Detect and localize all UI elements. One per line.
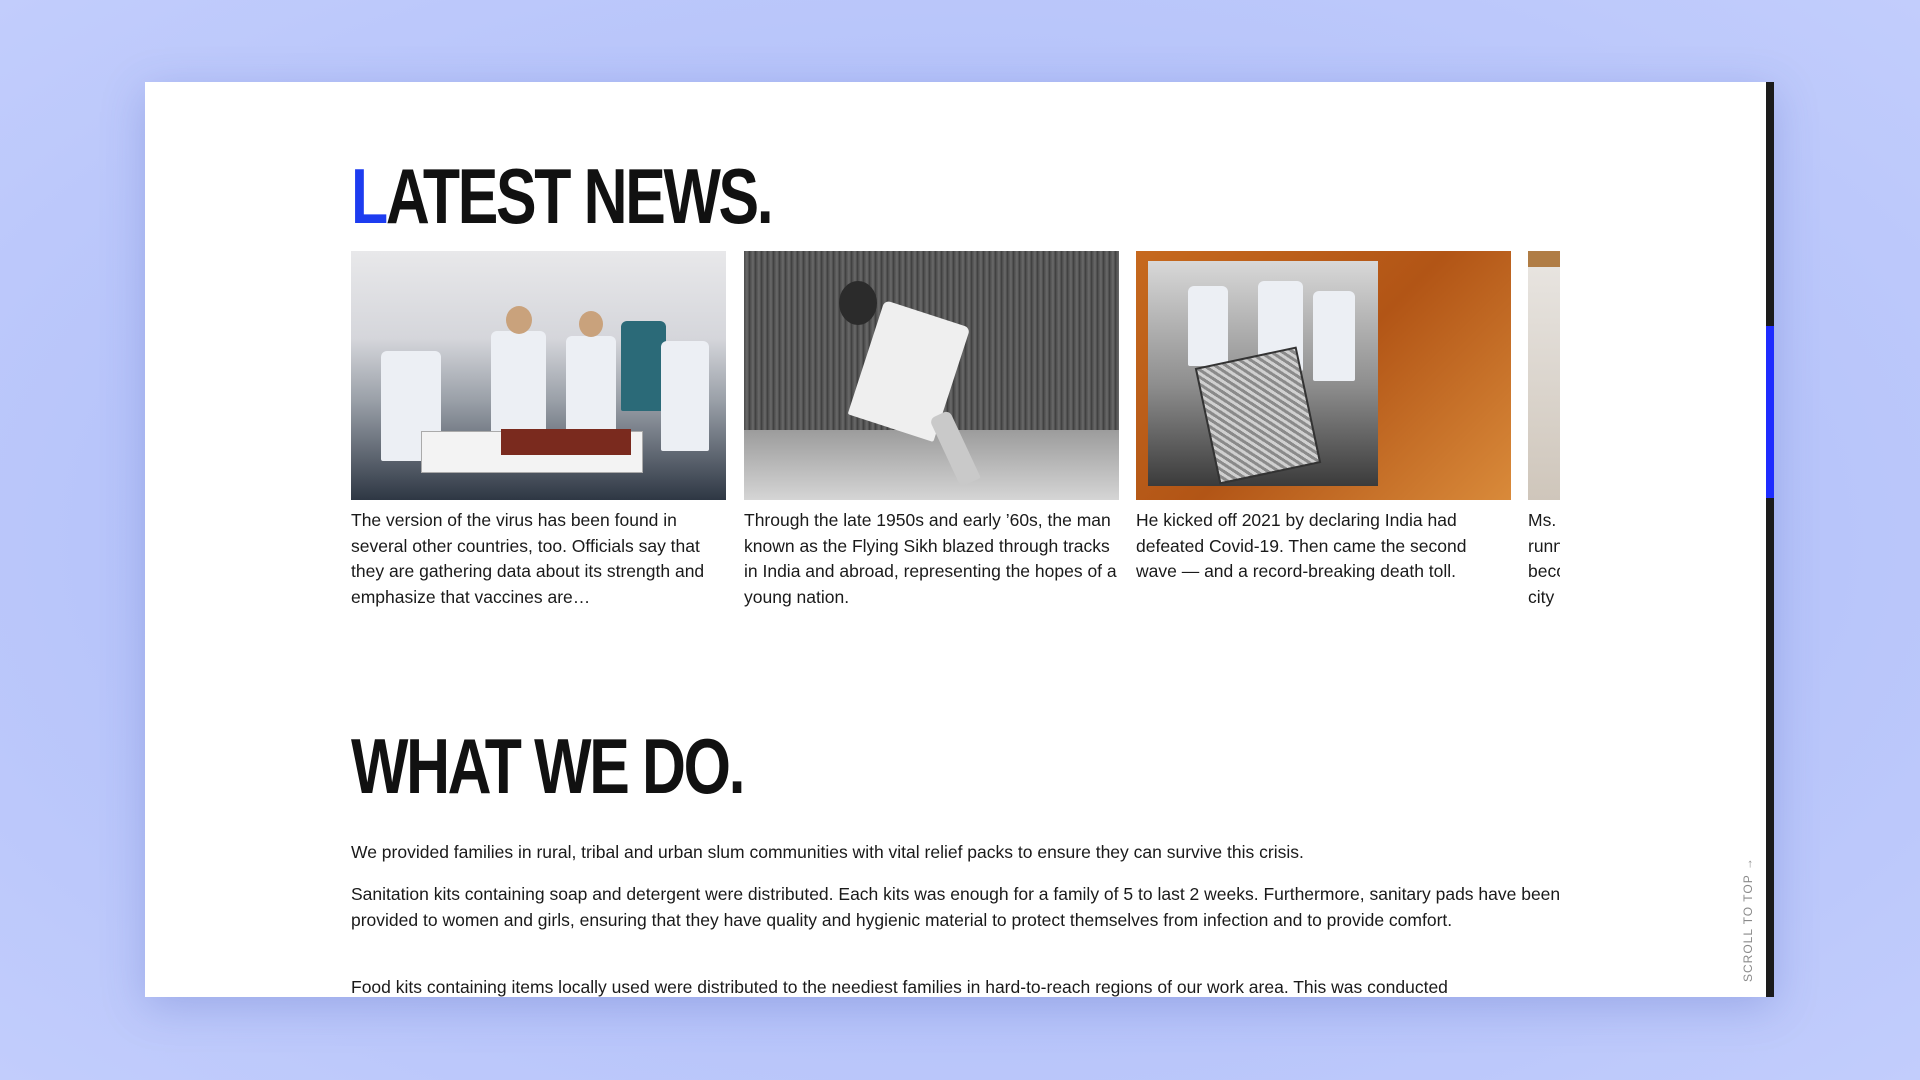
bed-blanket [501, 429, 631, 455]
paragraph: Sanitation kits containing soap and dete… [351, 884, 1561, 930]
athlete-image[interactable] [744, 251, 1119, 500]
text-line: Ms. V [1528, 510, 1560, 530]
news-card[interactable]: Ms. V runn beco city [1528, 251, 1560, 610]
scroll-to-top-link[interactable]: SCROLL TO TOP → [1741, 857, 1755, 982]
scrollbar-thumb[interactable] [1766, 326, 1774, 498]
news-card-text: He kicked off 2021 by declaring India ha… [1136, 510, 1467, 582]
doctor-figure [621, 321, 666, 411]
text-line: beco [1528, 561, 1560, 582]
paragraph: We provided families in rural, tribal an… [351, 842, 1304, 862]
worker-figure [1188, 286, 1228, 366]
doctor-head [579, 311, 603, 337]
roof-beam [1528, 251, 1560, 267]
news-carousel[interactable]: The version of the virus has been found … [351, 251, 1560, 621]
latest-news-heading: LATEST NEWS. [351, 157, 774, 235]
doctor-figure [661, 341, 709, 451]
athlete-head [839, 281, 877, 325]
browser-window: LATEST NEWS. The version of the virus ha… [145, 82, 1774, 997]
news-card[interactable]: He kicked off 2021 by declaring India ha… [1136, 251, 1511, 585]
news-card-text: Through the late 1950s and early ’60s, t… [744, 510, 1117, 607]
building-image[interactable] [1528, 251, 1560, 500]
heading-accent-letter: L [351, 152, 388, 240]
doctor-head [506, 306, 532, 334]
news-card[interactable]: Through the late 1950s and early ’60s, t… [744, 251, 1119, 610]
worker-figure [1313, 291, 1355, 381]
scrollbar-track[interactable] [1766, 82, 1774, 997]
text-line: runn [1528, 535, 1560, 556]
text-line: city [1528, 586, 1555, 607]
paragraph: Food kits containing items locally used … [351, 977, 1448, 997]
news-card-text: Ms. V runn beco city [1528, 508, 1560, 610]
news-card-text: The version of the virus has been found … [351, 510, 705, 607]
hospital-ward-image[interactable] [351, 251, 726, 500]
what-we-do-heading: WHAT WE DO. [351, 722, 746, 810]
burial-collage-image[interactable] [1136, 251, 1511, 500]
heading-rest: ATEST NEWS. [385, 152, 774, 240]
news-card[interactable]: The version of the virus has been found … [351, 251, 726, 610]
